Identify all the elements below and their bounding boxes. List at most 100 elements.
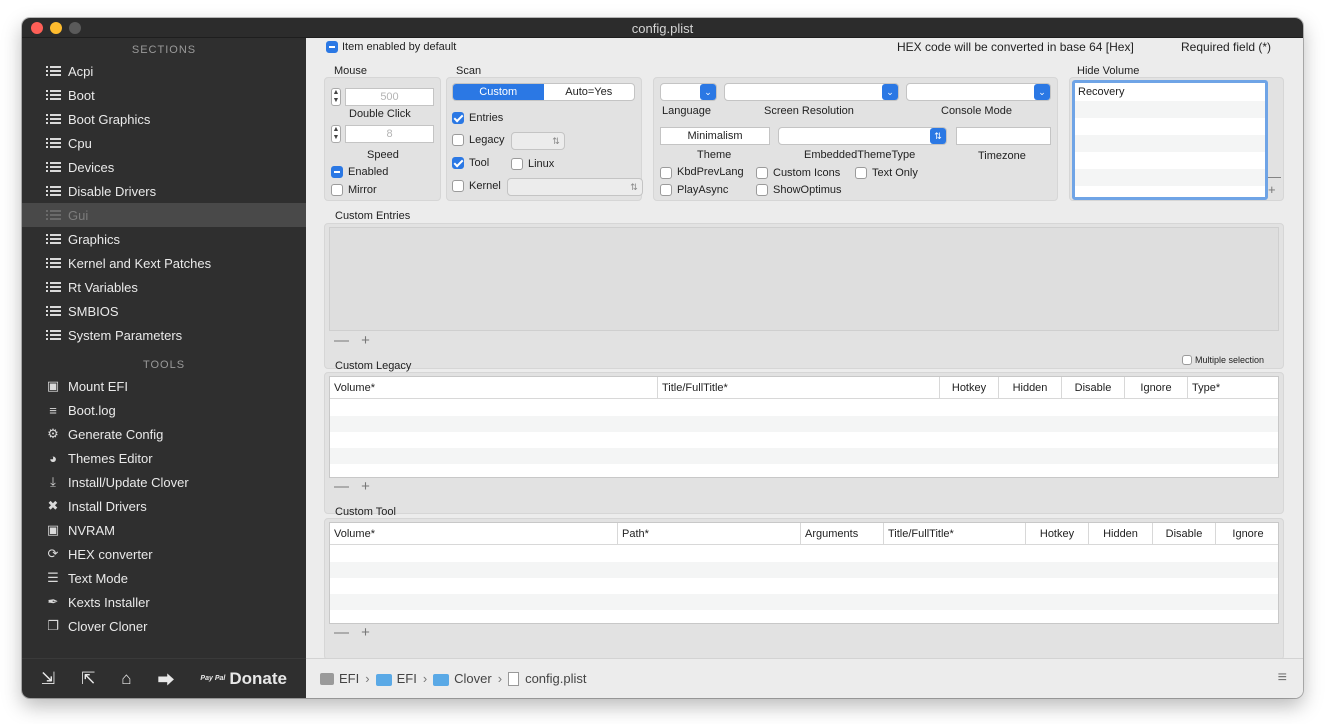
sidebar-tool-themes-editor[interactable]: ◕ Themes Editor (22, 446, 306, 470)
breadcrumb-item[interactable]: Clover (433, 671, 492, 686)
sidebar-tool-install-drivers[interactable]: ✖ Install Drivers (22, 494, 306, 518)
custom-icons-checkbox[interactable] (756, 167, 768, 179)
hide-volume-list[interactable]: Recovery (1072, 80, 1268, 200)
column-header[interactable]: Hidden (999, 377, 1062, 399)
sidebar-tool-nvram[interactable]: ▣ NVRAM (22, 518, 306, 542)
column-header[interactable]: Hidden (1089, 523, 1153, 545)
sidebar-item-smbios[interactable]: SMBIOS (22, 299, 306, 323)
sidebar-item-cpu[interactable]: Cpu (22, 131, 306, 155)
column-header[interactable]: Arguments (801, 523, 884, 545)
breadcrumb-label: Clover (454, 671, 492, 686)
scan-linux-checkbox[interactable] (511, 158, 523, 170)
legacy-popup[interactable]: ⇅ (511, 132, 565, 150)
sidebar-item-devices[interactable]: Devices (22, 155, 306, 179)
language-popup[interactable]: ⌄ (660, 83, 717, 101)
breadcrumb-separator-icon: › (497, 671, 503, 686)
table-row[interactable] (330, 416, 1278, 432)
share-icon[interactable]: ⮕ (158, 666, 175, 691)
scan-auto-segment[interactable]: Auto=Yes (544, 84, 635, 100)
sidebar-tool-boot-log[interactable]: ≡ Boot.log (22, 398, 306, 422)
custom-tool-table[interactable]: Volume* Path* Arguments Title/FullTitle*… (329, 522, 1279, 624)
export-icon[interactable]: ⇱ (81, 669, 95, 689)
show-optimus-checkbox[interactable] (756, 184, 768, 196)
sidebar-tool-install-update-clover[interactable]: ⤓ Install/Update Clover (22, 470, 306, 494)
sidebar-item-acpi[interactable]: Acpi (22, 59, 306, 83)
scan-kernel-label: Kernel (469, 180, 501, 192)
scan-entries-checkbox[interactable] (452, 112, 464, 124)
sidebar-item-system-parameters[interactable]: System Parameters (22, 323, 306, 347)
import-icon[interactable]: ⇲ (41, 669, 55, 689)
table-row[interactable] (330, 448, 1278, 464)
sidebar-tool-generate-config[interactable]: ⚙ Generate Config (22, 422, 306, 446)
menu-lines-icon[interactable]: ≡ (1278, 669, 1287, 687)
kbd-prev-lang-checkbox[interactable] (660, 167, 672, 179)
sidebar-item-gui[interactable]: Gui (22, 203, 306, 227)
table-row[interactable] (330, 432, 1278, 448)
scan-legacy-checkbox[interactable] (452, 134, 464, 146)
mouse-mirror-checkbox[interactable] (331, 184, 343, 196)
scan-mode-segmented[interactable]: Custom Auto=Yes (452, 83, 635, 101)
list-item[interactable]: Recovery (1075, 83, 1265, 101)
table-row[interactable] (330, 546, 1278, 562)
double-click-stepper[interactable]: ▲ ▼ (331, 88, 341, 106)
custom-entries-plus-minus[interactable]: — + (334, 332, 374, 349)
text-only-checkbox[interactable] (855, 167, 867, 179)
sidebar-item-boot-graphics[interactable]: Boot Graphics (22, 107, 306, 131)
console-mode-label: Console Mode (941, 105, 1012, 117)
custom-legacy-plus-minus[interactable]: — + (334, 478, 374, 495)
sidebar-tool-mount-efi[interactable]: ▣ Mount EFI (22, 374, 306, 398)
home-icon[interactable]: ⌂ (121, 669, 131, 689)
custom-legacy-table[interactable]: Volume* Title/FullTitle* Hotkey Hidden D… (329, 376, 1279, 478)
speed-stepper[interactable]: ▲ ▼ (331, 125, 341, 143)
console-mode-popup[interactable]: ⌄ (906, 83, 1051, 101)
table-row[interactable] (330, 562, 1278, 578)
breadcrumb-item[interactable]: config.plist (508, 671, 587, 686)
sidebar-item-graphics[interactable]: Graphics (22, 227, 306, 251)
column-header[interactable]: Volume* (330, 523, 618, 545)
timezone-field[interactable] (956, 127, 1051, 145)
scan-tool-checkbox[interactable] (452, 157, 464, 169)
column-header[interactable]: Path* (618, 523, 801, 545)
column-header[interactable]: Hotkey (940, 377, 999, 399)
column-header[interactable]: Title/FullTitle* (658, 377, 940, 399)
scan-custom-segment[interactable]: Custom (453, 84, 544, 100)
table-row[interactable] (330, 594, 1278, 610)
sidebar-item-boot[interactable]: Boot (22, 83, 306, 107)
theme-field[interactable]: Minimalism (660, 127, 770, 145)
table-row[interactable] (330, 578, 1278, 594)
column-header[interactable]: Disable (1062, 377, 1125, 399)
hide-volume-plus-minus[interactable]: — + (1268, 170, 1283, 196)
column-header[interactable]: Volume* (330, 377, 658, 399)
sidebar-item-disable-drivers[interactable]: Disable Drivers (22, 179, 306, 203)
column-header[interactable]: Title/FullTitle* (884, 523, 1026, 545)
breadcrumb-item[interactable]: EFI (375, 671, 417, 686)
donate-button[interactable]: Pay Pal Donate (200, 669, 287, 689)
breadcrumb-item[interactable]: EFI (320, 671, 359, 686)
sidebar-tool-clover-cloner[interactable]: ❐ Clover Cloner (22, 614, 306, 638)
kernel-popup[interactable]: ⇅ (507, 178, 643, 196)
sidebar-item-rt-variables[interactable]: Rt Variables (22, 275, 306, 299)
column-header[interactable]: Ignore (1216, 523, 1280, 545)
item-enabled-checkbox[interactable] (326, 41, 338, 53)
column-header[interactable]: Ignore (1125, 377, 1188, 399)
play-async-checkbox[interactable] (660, 184, 672, 196)
double-click-field[interactable]: 500 (345, 88, 434, 106)
table-row[interactable] (330, 400, 1278, 416)
mouse-enabled-checkbox[interactable] (331, 166, 343, 178)
column-header[interactable]: Disable (1153, 523, 1216, 545)
embedded-theme-type-popup[interactable]: ⇅ (778, 127, 947, 145)
column-header[interactable]: Type* (1188, 377, 1280, 399)
donate-label: Donate (229, 668, 287, 688)
speed-field[interactable]: 8 (345, 125, 434, 143)
custom-entries-table[interactable] (329, 227, 1279, 331)
custom-tool-plus-minus[interactable]: — + (334, 624, 374, 641)
sidebar-tool-hex-converter[interactable]: ⟳ HEX converter (22, 542, 306, 566)
sidebar-tool-text-mode[interactable]: ☰ Text Mode (22, 566, 306, 590)
multiple-selection-checkbox[interactable] (1182, 355, 1192, 365)
sidebar-tool-kexts-installer[interactable]: ✒ Kexts Installer (22, 590, 306, 614)
sidebar-item-kernel-and-kext-patches[interactable]: Kernel and Kext Patches (22, 251, 306, 275)
column-header[interactable]: Hotkey (1026, 523, 1089, 545)
theme-label: Theme (697, 149, 732, 161)
screen-resolution-popup[interactable]: ⌄ (724, 83, 899, 101)
scan-kernel-checkbox[interactable] (452, 180, 464, 192)
